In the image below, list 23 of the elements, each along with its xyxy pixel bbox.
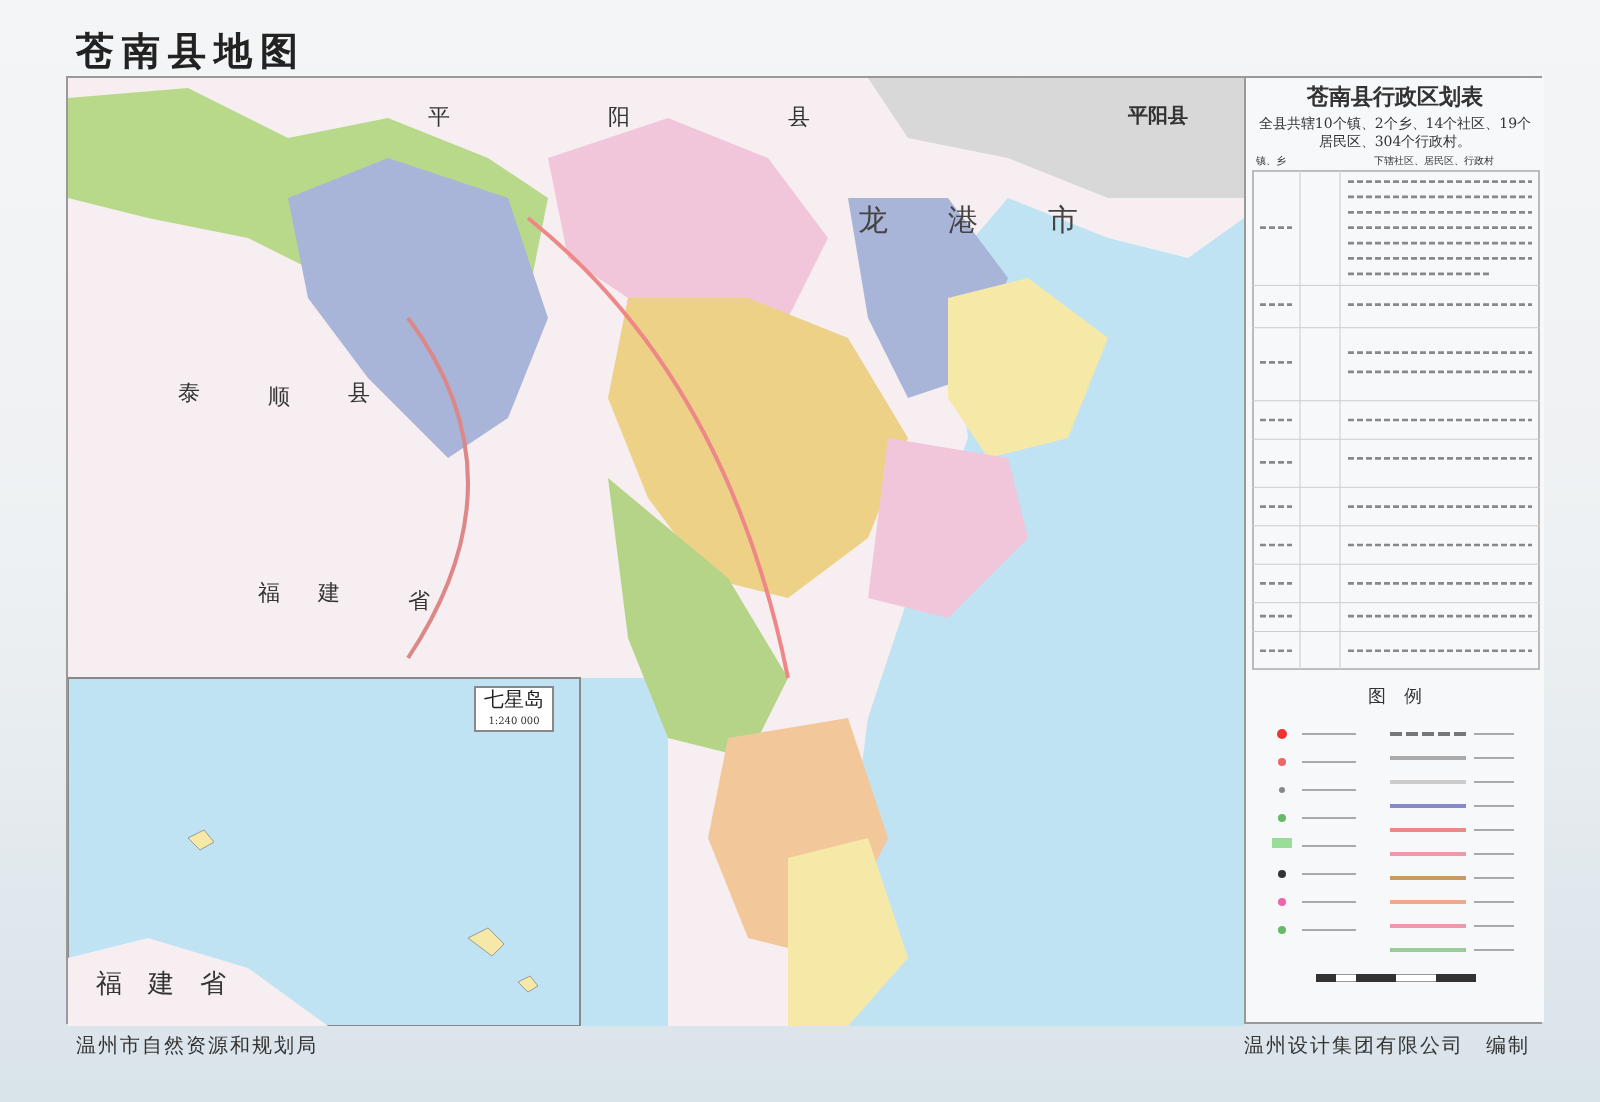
map-label: 县	[348, 378, 370, 410]
map-label: 建	[148, 968, 174, 1004]
map-label: 市	[1048, 200, 1078, 242]
footer-publisher: 温州市自然资源和规划局	[76, 1033, 318, 1062]
map-label: 平	[428, 102, 450, 134]
scale-bar-icon	[1315, 973, 1475, 981]
map-label: 省	[408, 586, 430, 618]
footer-compiler: 温州设计集团有限公司 编制	[1244, 1033, 1530, 1062]
map-label: 建	[318, 578, 340, 610]
map-label: 福	[96, 968, 122, 1004]
map-label: 县	[788, 102, 810, 134]
map-label: 平阳县	[1128, 103, 1188, 132]
map-label: 港	[948, 200, 978, 242]
map-label: 省	[200, 968, 226, 1004]
legend-title: 图 例	[1368, 686, 1422, 712]
map-title: 苍南县地图	[76, 28, 306, 78]
map-label: 泰	[178, 378, 200, 410]
map-label: 顺	[268, 382, 290, 414]
map-label: 福	[258, 578, 280, 610]
panel-title: 苍南县行政区划表	[1307, 82, 1483, 114]
map-label: 阳	[608, 102, 630, 134]
inset-name: 七星岛	[484, 690, 544, 715]
map-label: 龙	[858, 200, 888, 242]
